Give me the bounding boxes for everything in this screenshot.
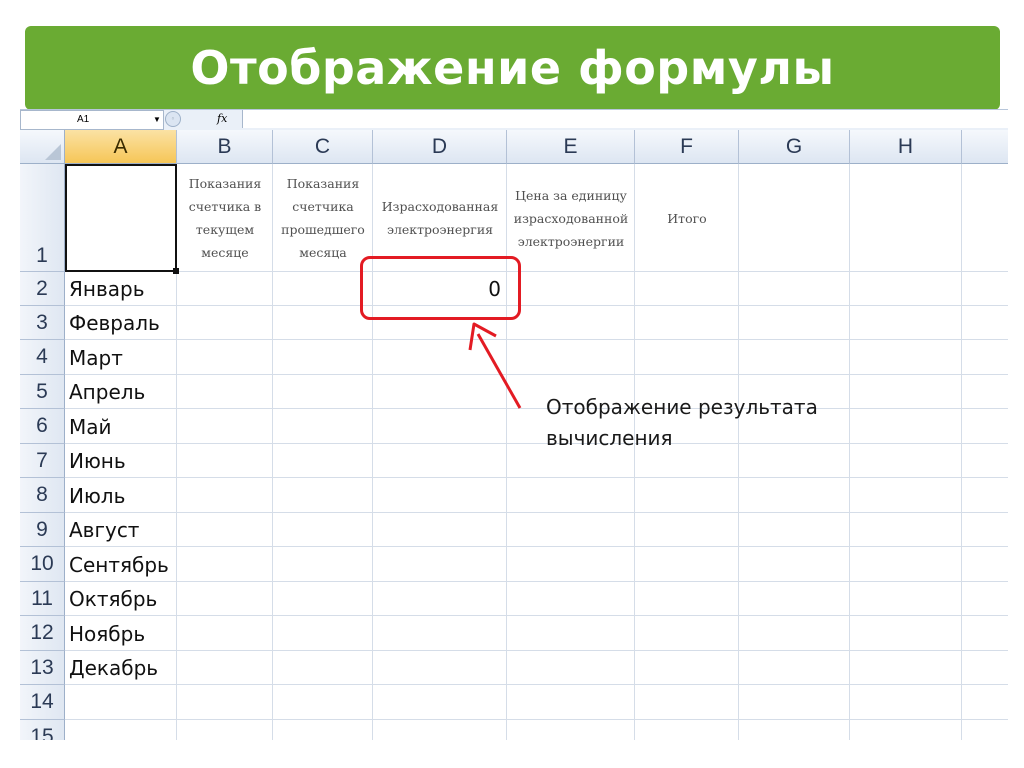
- callout-arrow-icon: [468, 322, 522, 409]
- callout-label: Отображение результата вычисления: [546, 395, 818, 450]
